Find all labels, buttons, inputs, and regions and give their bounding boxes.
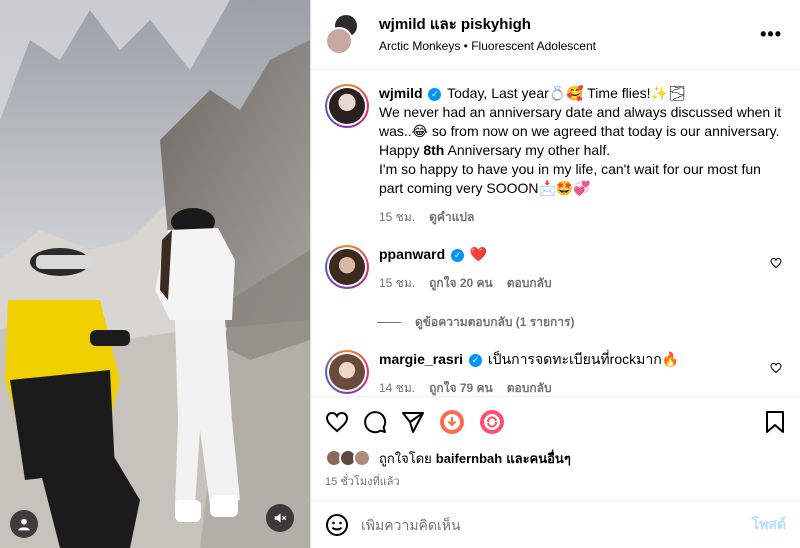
see-translation-link[interactable]: ดูคำแปล xyxy=(429,208,474,227)
refresh-circle-icon xyxy=(480,409,504,434)
post-viewer: wjmild และ piskyhigh Arctic Monkeys • Fl… xyxy=(0,0,800,548)
mute-button[interactable] xyxy=(266,504,294,532)
comment-timestamp[interactable]: 15 ชม. xyxy=(379,274,415,293)
reply-button[interactable]: ตอบกลับ xyxy=(507,274,552,293)
post-caption: wjmild ✓ Today, Last year💍🥰 Time flies!✨… xyxy=(325,84,784,227)
comments-section: wjmild ✓ Today, Last year💍🥰 Time flies!✨… xyxy=(311,70,800,396)
caption-line-1: Today, Last year💍🥰 Time flies!✨🌫 xyxy=(447,85,686,101)
comment-timestamp[interactable]: 14 ชม. xyxy=(379,379,415,396)
caption-avatar[interactable] xyxy=(325,84,369,128)
caption-line-3: Happy 8th Anniversary my other half. xyxy=(379,142,611,158)
comment-item: ppanward ✓ ❤️ 15 ชม. ถูกใจ 20 คน ตอบกลับ xyxy=(325,245,784,293)
comment-username[interactable]: margie_rasri xyxy=(379,351,463,367)
post-comment-button[interactable]: โพสต์ xyxy=(752,514,786,536)
comment-like-heart-icon[interactable] xyxy=(770,257,782,269)
view-replies-toggle[interactable]: ดูข้อความตอบกลับ (1 รายการ) xyxy=(377,313,784,332)
liked-by-summary[interactable]: ถูกใจโดย baifernbah และคนอื่นๆ xyxy=(311,446,800,470)
video-frame-image xyxy=(0,0,310,548)
comment-avatar[interactable] xyxy=(325,350,369,394)
avatar xyxy=(325,26,353,55)
caption-line-2: We never had an anniversary date and alw… xyxy=(379,104,782,139)
verified-badge-icon: ✓ xyxy=(468,354,482,367)
add-comment-bar: โพสต์ xyxy=(311,500,800,548)
comment-text: ❤️ xyxy=(469,246,488,262)
heart-icon xyxy=(325,411,349,432)
post-header: wjmild และ piskyhigh Arctic Monkeys • Fl… xyxy=(311,0,800,70)
avatar xyxy=(353,449,371,467)
comment-item: margie_rasri ✓ เป็นการจดทะเบียนที่rockมา… xyxy=(325,350,784,396)
comment-likes-count[interactable]: ถูกใจ 20 คน xyxy=(429,274,493,293)
download-circle-icon xyxy=(440,409,464,434)
post-timestamp[interactable]: 15 ชั่วโมงที่แล้ว xyxy=(311,470,800,494)
paper-plane-icon xyxy=(402,411,424,433)
emoji-icon[interactable] xyxy=(325,513,349,537)
comment-bubble-icon xyxy=(364,410,387,433)
liked-by-prefix: ถูกใจโดย xyxy=(379,450,432,466)
like-button[interactable] xyxy=(325,410,349,434)
download-button[interactable] xyxy=(439,409,465,435)
comment-input[interactable] xyxy=(361,516,752,533)
comment-like-heart-icon[interactable] xyxy=(770,362,782,374)
comment-username[interactable]: ppanward xyxy=(379,246,445,262)
more-options-icon[interactable]: ••• xyxy=(756,24,786,45)
comment-likes-count[interactable]: ถูกใจ 79 คน xyxy=(429,379,493,396)
caption-timestamp[interactable]: 15 ชม. xyxy=(379,208,415,227)
comment-button[interactable] xyxy=(363,410,387,434)
verified-badge-icon: ✓ xyxy=(451,249,465,262)
comment-avatar[interactable] xyxy=(325,245,369,289)
post-details-panel: wjmild และ piskyhigh Arctic Monkeys • Fl… xyxy=(310,0,800,548)
liked-by-suffix[interactable]: และคนอื่นๆ xyxy=(506,448,571,469)
user-icon xyxy=(18,518,30,531)
liked-by-user[interactable]: baifernbah xyxy=(436,451,502,466)
caption-username[interactable]: wjmild xyxy=(379,85,423,101)
post-authors[interactable]: wjmild และ piskyhigh xyxy=(379,15,756,35)
audio-track-link[interactable]: Arctic Monkeys • Fluorescent Adolescent xyxy=(379,37,756,55)
speaker-muted-icon xyxy=(274,513,287,523)
collab-avatars[interactable] xyxy=(325,12,369,57)
tagged-users-button[interactable] xyxy=(10,510,38,538)
post-media-video[interactable] xyxy=(0,0,310,548)
caption-line-4: I'm so happy to have you in my life, can… xyxy=(379,161,761,196)
share-button[interactable] xyxy=(401,410,425,434)
comment-text: เป็นการจดทะเบียนที่rockมาก🔥 xyxy=(487,351,680,367)
reply-button[interactable]: ตอบกลับ xyxy=(507,379,552,396)
liked-by-avatars xyxy=(325,448,373,468)
repost-button[interactable] xyxy=(479,409,505,435)
verified-badge-icon: ✓ xyxy=(428,88,442,101)
post-actions-bar xyxy=(311,396,800,446)
bookmark-icon xyxy=(766,410,784,433)
save-button[interactable] xyxy=(764,410,786,434)
